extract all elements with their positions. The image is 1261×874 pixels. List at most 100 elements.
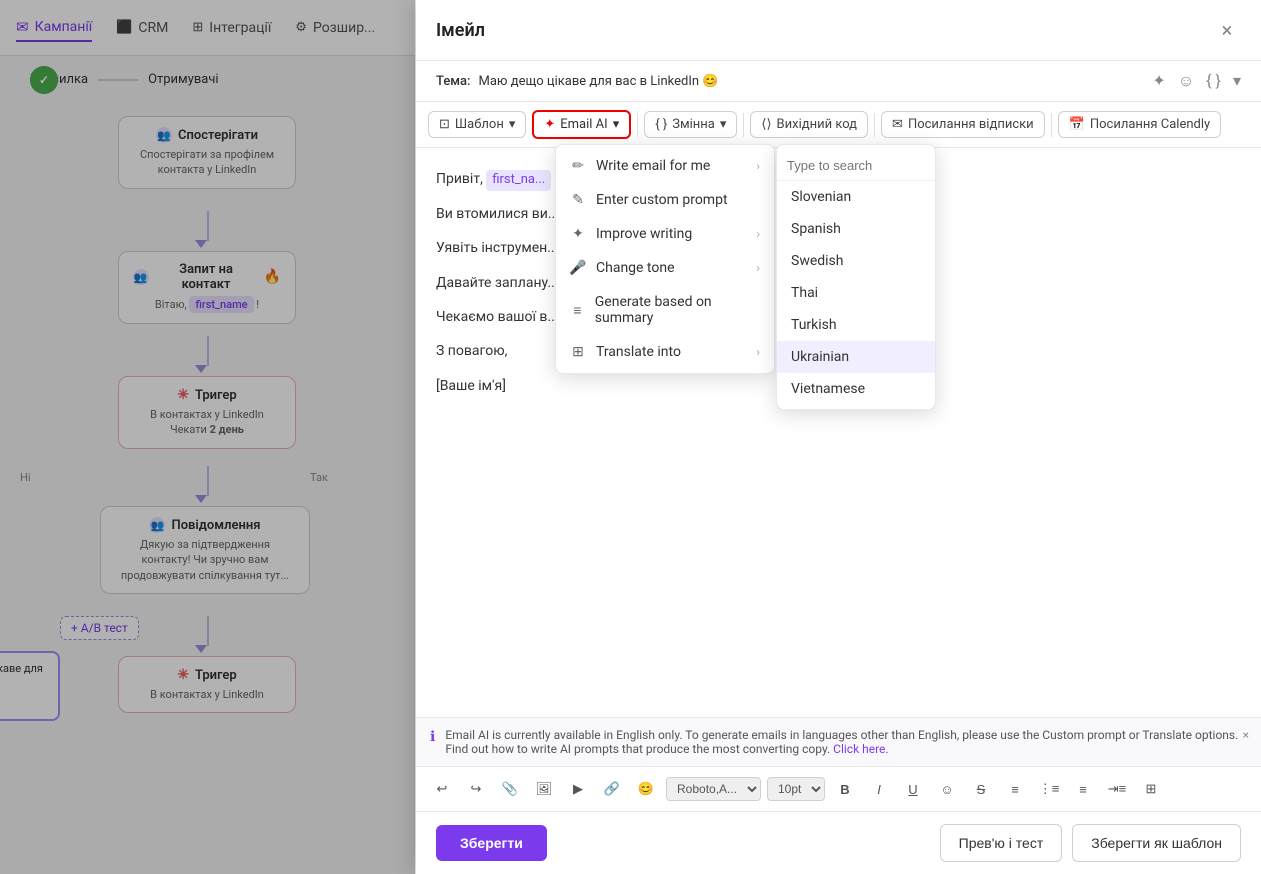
variable-chevron: ▾ bbox=[720, 117, 727, 132]
sparkle-icon[interactable]: ✦ bbox=[1152, 71, 1165, 91]
info-close-button[interactable]: × bbox=[1243, 728, 1249, 742]
translate-label: Translate into bbox=[596, 344, 681, 360]
improve-writing-label: Improve writing bbox=[596, 226, 692, 242]
toolbar-sep-4 bbox=[1051, 113, 1052, 137]
lang-search-input[interactable] bbox=[787, 158, 925, 173]
image-button[interactable]: 🖼 bbox=[530, 775, 558, 803]
toolbar-sep-3 bbox=[874, 113, 875, 137]
template-button[interactable]: ⊡ Шаблон ▾ bbox=[428, 111, 526, 138]
preview-button[interactable]: Прев'ю і тест bbox=[940, 824, 1063, 862]
tone-icon: 🎤 bbox=[570, 260, 586, 276]
toolbar-bar: ⊡ Шаблон ▾ ✦ Email AI ▾ { } Змінна ▾ ⟨⟩ … bbox=[416, 102, 1261, 148]
variable-label: Змінна bbox=[672, 117, 715, 132]
emoji-icon[interactable]: ☺ bbox=[1178, 71, 1194, 91]
video-button[interactable]: ▶ bbox=[564, 775, 592, 803]
summary-icon: ≡ bbox=[570, 302, 585, 318]
custom-prompt-item[interactable]: ✎ Enter custom prompt bbox=[556, 183, 774, 217]
calendly-label: Посилання Calendly bbox=[1090, 117, 1210, 132]
lang-thai[interactable]: Thai bbox=[777, 277, 935, 309]
improve-writing-item[interactable]: ✦ Improve writing › bbox=[556, 217, 774, 251]
email-dialog: Імейл × Тема: Маю дещо цікаве для вас в … bbox=[416, 0, 1261, 874]
align-button[interactable]: ≡ bbox=[1069, 775, 1097, 803]
language-list: Slovenian Spanish Swedish Thai Turkish U… bbox=[777, 181, 935, 405]
close-button[interactable]: × bbox=[1213, 16, 1241, 44]
prompt-icon: ✎ bbox=[570, 192, 586, 208]
emoji-format-button[interactable]: 😊 bbox=[632, 775, 660, 803]
info-icon: ℹ bbox=[430, 729, 435, 745]
lang-search-area bbox=[777, 149, 935, 181]
dialog-title: Імейл bbox=[436, 20, 485, 41]
link-button[interactable]: 🔗 bbox=[598, 775, 626, 803]
write-email-label: Write email for me bbox=[596, 158, 710, 174]
indent-button[interactable]: ⇥≡ bbox=[1103, 775, 1131, 803]
lang-turkish[interactable]: Turkish bbox=[777, 309, 935, 341]
custom-prompt-label: Enter custom prompt bbox=[596, 192, 728, 208]
unsubscribe-button[interactable]: ✉ Посилання відписки bbox=[881, 111, 1045, 138]
ai-chevron: ▾ bbox=[613, 117, 620, 132]
toolbar-sep-2 bbox=[743, 113, 744, 137]
save-template-button[interactable]: Зберегти як шаблон bbox=[1072, 824, 1241, 862]
info-link[interactable]: Click here. bbox=[833, 742, 888, 756]
info-bar: ℹ Email AI is currently available in Eng… bbox=[416, 717, 1261, 766]
change-tone-item[interactable]: 🎤 Change tone › bbox=[556, 251, 774, 285]
toolbar-sep-1 bbox=[637, 113, 638, 137]
attach-icon[interactable]: 📎 bbox=[496, 775, 524, 803]
bottom-bar: Зберегти Прев'ю і тест Зберегти як шабло… bbox=[416, 811, 1261, 874]
firstname-var: first_na... bbox=[486, 170, 551, 191]
tone-chevron: › bbox=[756, 261, 760, 275]
size-selector[interactable]: 10pt bbox=[767, 777, 825, 801]
lang-spanish[interactable]: Spanish bbox=[777, 213, 935, 245]
template-chevron: ▾ bbox=[509, 117, 516, 132]
improve-chevron: › bbox=[756, 227, 760, 241]
ai-dropdown-menu: ✏ Write email for me › ✎ Enter custom pr… bbox=[555, 144, 775, 374]
underline-button[interactable]: U bbox=[899, 775, 927, 803]
lang-vietnamese[interactable]: Vietnamese bbox=[777, 373, 935, 405]
unordered-list-button[interactable]: ≡ bbox=[1001, 775, 1029, 803]
source-button[interactable]: ⟨⟩ Вихідний код bbox=[750, 111, 868, 138]
redo-button[interactable]: ↪ bbox=[462, 775, 490, 803]
italic-button[interactable]: I bbox=[865, 775, 893, 803]
undo-button[interactable]: ↩ bbox=[428, 775, 456, 803]
template-label: Шаблон bbox=[455, 117, 504, 132]
improve-icon: ✦ bbox=[570, 226, 586, 242]
ordered-list-button[interactable]: ⋮≡ bbox=[1035, 775, 1063, 803]
change-tone-label: Change tone bbox=[596, 260, 675, 276]
language-submenu: Slovenian Spanish Swedish Thai Turkish U… bbox=[776, 144, 936, 410]
translate-chevron: › bbox=[756, 345, 760, 359]
save-button[interactable]: Зберегти bbox=[436, 825, 547, 861]
lang-swedish[interactable]: Swedish bbox=[777, 245, 935, 277]
write-chevron: › bbox=[756, 159, 760, 173]
dialog-header: Імейл × bbox=[416, 0, 1261, 61]
template-icon: ⊡ bbox=[439, 117, 450, 132]
unsubscribe-icon: ✉ bbox=[892, 117, 903, 132]
email-ai-button[interactable]: ✦ Email AI ▾ bbox=[532, 110, 631, 139]
table-button[interactable]: ⊞ bbox=[1137, 775, 1165, 803]
chevron-down-icon[interactable]: ▾ bbox=[1233, 71, 1241, 91]
unsubscribe-label: Посилання відписки bbox=[908, 117, 1034, 132]
generate-summary-item[interactable]: ≡ Generate based on summary bbox=[556, 285, 774, 335]
lang-slovenian[interactable]: Slovenian bbox=[777, 181, 935, 213]
emoji2-button[interactable]: ☺ bbox=[933, 775, 961, 803]
translate-item[interactable]: ⊞ Translate into › bbox=[556, 335, 774, 369]
font-selector[interactable]: Roboto,A... bbox=[666, 777, 761, 801]
subject-icons: ✦ ☺ { } ▾ bbox=[1152, 71, 1241, 91]
format-bar: ↩ ↪ 📎 🖼 ▶ 🔗 😊 Roboto,A... 10pt B I U ☺ S… bbox=[416, 766, 1261, 811]
action-buttons: Прев'ю і тест Зберегти як шаблон bbox=[940, 824, 1241, 862]
variable-button[interactable]: { } Змінна ▾ bbox=[644, 111, 737, 138]
email-ai-label: Email AI bbox=[560, 117, 607, 132]
translate-icon: ⊞ bbox=[570, 344, 586, 360]
lang-ukrainian[interactable]: Ukrainian bbox=[777, 341, 935, 373]
code-icon[interactable]: { } bbox=[1206, 71, 1221, 91]
generate-summary-label: Generate based on summary bbox=[595, 294, 760, 326]
subject-label: Тема: bbox=[436, 74, 470, 89]
write-icon: ✏ bbox=[570, 158, 586, 174]
subject-text: Маю дещо цікаве для вас в LinkedIn 😊 bbox=[478, 74, 718, 89]
write-email-item[interactable]: ✏ Write email for me › bbox=[556, 149, 774, 183]
ai-sparkle-icon: ✦ bbox=[544, 117, 555, 132]
bold-button[interactable]: B bbox=[831, 775, 859, 803]
calendly-icon: 📅 bbox=[1069, 117, 1085, 132]
calendly-button[interactable]: 📅 Посилання Calendly bbox=[1058, 111, 1222, 138]
info-text: Email AI is currently available in Engli… bbox=[445, 728, 1247, 756]
strikethrough-button[interactable]: S bbox=[967, 775, 995, 803]
source-label: Вихідний код bbox=[777, 117, 857, 132]
